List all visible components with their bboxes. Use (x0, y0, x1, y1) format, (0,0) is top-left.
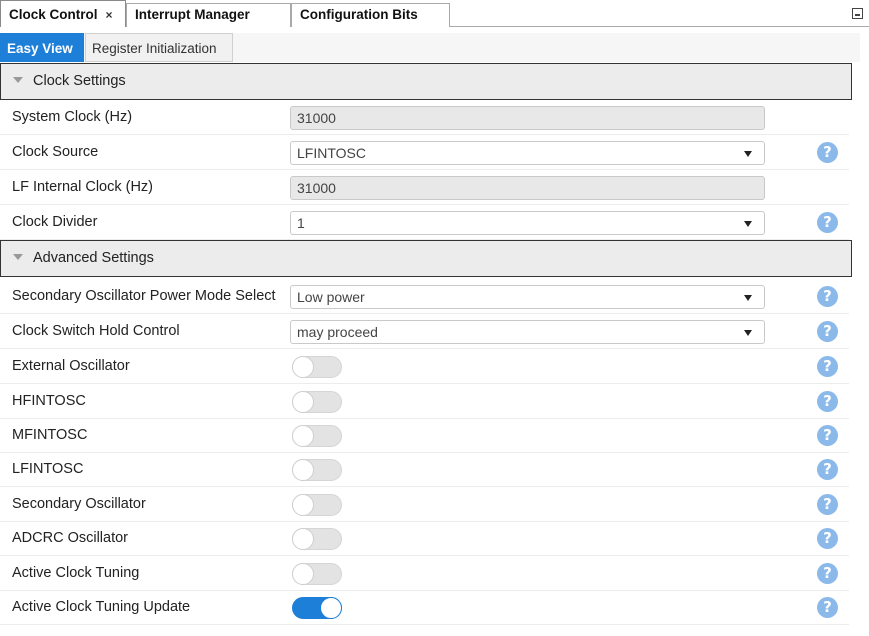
clock-divider-row: Clock Divider 1 ? (0, 205, 849, 240)
clock-source-select[interactable]: LFINTOSC (290, 141, 765, 165)
clock-divider-label: Clock Divider (12, 214, 98, 230)
toggle-row-active-clock-tuning: Active Clock Tuning ? (0, 556, 849, 591)
toggle-row-hfintosc: HFINTOSC ? (0, 384, 849, 419)
toggle-label: External Oscillator (12, 358, 130, 374)
advanced-settings-header[interactable]: Advanced Settings (0, 240, 852, 277)
lf-internal-clock-field: 31000 (290, 176, 765, 200)
toggle-knob (292, 563, 314, 585)
toggle-label: LFINTOSC (12, 461, 84, 477)
help-icon[interactable]: ? (817, 142, 838, 163)
tab-configuration-bits[interactable]: Configuration Bits (291, 3, 450, 27)
help-icon[interactable]: ? (817, 459, 838, 480)
adcrc-oscillator-toggle[interactable] (292, 528, 342, 550)
toggle-label: MFINTOSC (12, 427, 88, 443)
help-icon[interactable]: ? (817, 494, 838, 515)
system-clock-label: System Clock (Hz) (12, 109, 133, 125)
toggle-row-active-clock-tuning-update: Active Clock Tuning Update ? (0, 590, 849, 625)
select-value: 1 (297, 215, 305, 231)
help-icon[interactable]: ? (817, 425, 838, 446)
toggle-label: Active Clock Tuning (12, 565, 140, 581)
section-title: Clock Settings (33, 73, 126, 89)
dropdown-arrow-icon (744, 295, 752, 301)
toggle-row-adcrc-oscillator: ADCRC Oscillator ? (0, 521, 849, 556)
help-icon[interactable]: ? (817, 321, 838, 342)
toggle-row-external-oscillator: External Oscillator ? (0, 349, 849, 384)
toggle-knob (292, 356, 314, 378)
help-icon[interactable]: ? (817, 212, 838, 233)
tab-clock-control[interactable]: Clock Control × (0, 0, 126, 27)
system-clock-row: System Clock (Hz) 31000 (0, 100, 849, 135)
minimize-icon[interactable] (852, 8, 863, 19)
toggle-knob (292, 425, 314, 447)
toggle-knob (292, 459, 314, 481)
tab-label: Register Initialization (92, 41, 217, 56)
close-icon[interactable]: × (106, 8, 113, 22)
document-tab-bar: Clock Control × Interrupt Manager Configu… (0, 0, 869, 27)
secondary-osc-power-mode-row: Secondary Oscillator Power Mode Select L… (0, 279, 849, 314)
system-clock-field: 31000 (290, 106, 765, 130)
clock-switch-hold-select[interactable]: may proceed (290, 320, 765, 344)
tab-register-initialization[interactable]: Register Initialization (85, 33, 233, 62)
dropdown-arrow-icon (744, 330, 752, 336)
select-value: may proceed (297, 324, 378, 340)
collapse-triangle-icon (13, 77, 23, 84)
toggle-row-secondary-oscillator: Secondary Oscillator ? (0, 487, 849, 522)
toggle-row-mfintosc: MFINTOSC ? (0, 418, 849, 453)
toggle-row-lfintosc: LFINTOSC ? (0, 452, 849, 487)
section-title: Advanced Settings (33, 250, 154, 266)
active-clock-tuning-update-toggle[interactable] (292, 597, 342, 619)
external-oscillator-toggle[interactable] (292, 356, 342, 378)
tab-label: Interrupt Manager (135, 7, 250, 22)
view-tab-bar: Easy View Register Initialization (0, 33, 860, 62)
tab-easy-view[interactable]: Easy View (0, 33, 84, 62)
clock-divider-select[interactable]: 1 (290, 211, 765, 235)
clock-switch-hold-row: Clock Switch Hold Control may proceed ? (0, 314, 849, 349)
help-icon[interactable]: ? (817, 286, 838, 307)
help-icon[interactable]: ? (817, 356, 838, 377)
toggle-knob (320, 597, 342, 619)
lfintosc-toggle[interactable] (292, 459, 342, 481)
clock-source-label: Clock Source (12, 144, 99, 160)
dropdown-arrow-icon (744, 221, 752, 227)
toggle-knob (292, 528, 314, 550)
help-icon[interactable]: ? (817, 528, 838, 549)
clock-source-row: Clock Source LFINTOSC ? (0, 135, 849, 170)
select-value: Low power (297, 289, 365, 305)
toggle-label: ADCRC Oscillator (12, 530, 129, 546)
lf-internal-clock-label: LF Internal Clock (Hz) (12, 179, 154, 195)
toggle-label: Active Clock Tuning Update (12, 599, 191, 615)
toggle-label: Secondary Oscillator (12, 496, 146, 512)
active-clock-tuning-toggle[interactable] (292, 563, 342, 585)
tab-label: Configuration Bits (300, 7, 418, 22)
toggle-label: HFINTOSC (12, 393, 86, 409)
tab-label: Clock Control (9, 7, 98, 22)
clock-settings-header[interactable]: Clock Settings (0, 63, 852, 100)
lf-internal-clock-row: LF Internal Clock (Hz) 31000 (0, 170, 849, 205)
toggle-knob (292, 391, 314, 413)
help-icon[interactable]: ? (817, 597, 838, 618)
secondary-oscillator-toggle[interactable] (292, 494, 342, 516)
clock-switch-hold-label: Clock Switch Hold Control (12, 323, 180, 339)
secondary-osc-power-mode-label: Secondary Oscillator Power Mode Select (12, 288, 276, 304)
tab-label: Easy View (7, 41, 73, 56)
mfintosc-toggle[interactable] (292, 425, 342, 447)
tab-interrupt-manager[interactable]: Interrupt Manager (126, 3, 291, 27)
collapse-triangle-icon (13, 254, 23, 261)
help-icon[interactable]: ? (817, 391, 838, 412)
toggle-knob (292, 494, 314, 516)
dropdown-arrow-icon (744, 151, 752, 157)
help-icon[interactable]: ? (817, 563, 838, 584)
hfintosc-toggle[interactable] (292, 391, 342, 413)
secondary-osc-power-mode-select[interactable]: Low power (290, 285, 765, 309)
select-value: LFINTOSC (297, 145, 366, 161)
